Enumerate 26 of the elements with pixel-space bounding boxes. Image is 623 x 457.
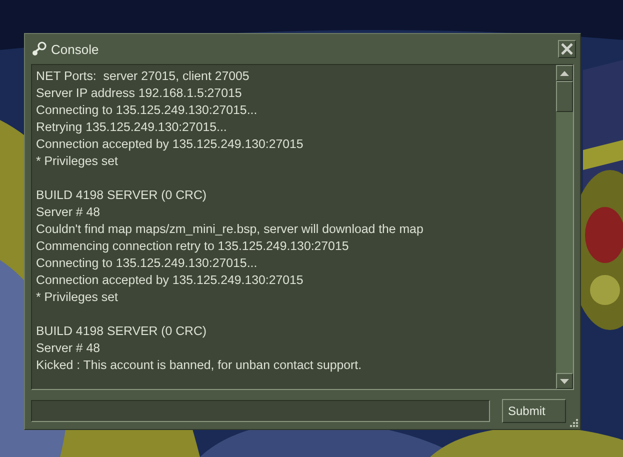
log-line: Connection accepted by 135.125.249.130:27015 [36,136,304,153]
submit-button[interactable]: Submit [502,399,566,423]
scroll-up-icon[interactable] [556,65,573,81]
log-line: Server IP address 192.168.1.5:27015 [36,85,243,102]
close-button[interactable] [558,40,576,58]
log-line: Server # 48 [36,204,102,221]
window-title: Console [51,42,100,56]
log-line: Connecting to 135.125.249.130:27015... [36,102,258,119]
log-line: BUILD 4198 SERVER (0 CRC) [36,187,208,204]
scroll-down-icon[interactable] [556,373,573,389]
log-line: * Privileges set [36,289,119,306]
scroll-thumb[interactable] [556,81,573,112]
log-line: Commencing connection retry to 135.125.249.130:27015 [36,238,350,255]
log-line: * Privileges set [36,153,119,170]
log-line: Server # 48 [36,340,102,357]
scrollbar[interactable] [555,65,573,389]
log-line: Retrying 135.125.249.130:27015... [36,119,228,136]
log-line: BUILD 4198 SERVER (0 CRC) [36,323,208,340]
steam-logo-icon [31,41,47,57]
log-line: Connection accepted by 135.125.249.130:27015 [36,272,304,289]
log-line: Kicked : This account is banned, for unban contact support. [36,357,363,374]
resize-grip-icon[interactable] [569,418,578,427]
command-field[interactable] [31,400,490,422]
log-line: Couldn't find map maps/zm_mini_re.bsp, server will download the map [36,221,424,238]
log-line: NET Ports: server 27015, client 27005 [36,68,250,85]
log-line: Connecting to 135.125.249.130:27015... [36,255,258,272]
